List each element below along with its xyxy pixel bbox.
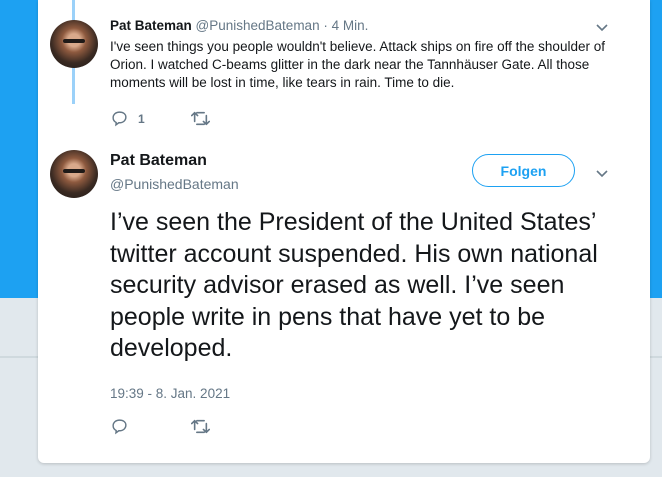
reply-time[interactable]: 4 Min. [332, 18, 369, 33]
reply-author-name[interactable]: Pat Bateman [110, 18, 192, 33]
reply-avatar[interactable] [50, 20, 98, 68]
main-tweet-text: I’ve seen the President of the United St… [110, 208, 598, 362]
reply-header: Pat Bateman @PunishedBateman · 4 Min. [110, 18, 368, 33]
chevron-down-icon[interactable] [595, 20, 609, 34]
reply-text: I've seen things you people wouldn't bel… [110, 39, 605, 90]
retweet-icon[interactable] [190, 418, 211, 439]
reply-count: 1 [138, 112, 145, 126]
tweet-card: Pat Bateman @PunishedBateman · 4 Min. I'… [38, 0, 650, 463]
reply-separator: · [323, 18, 328, 33]
main-timestamp[interactable]: 19:39 - 8. Jan. 2021 [110, 386, 230, 401]
main-author-handle[interactable]: @PunishedBateman [110, 176, 239, 192]
chevron-down-icon[interactable] [595, 166, 609, 180]
reply-icon[interactable] [111, 110, 128, 131]
retweet-icon[interactable] [190, 110, 211, 131]
main-author-name[interactable]: Pat Bateman [110, 152, 207, 170]
main-avatar[interactable] [50, 150, 98, 198]
reply-icon[interactable] [111, 418, 128, 439]
reply-author-handle[interactable]: @PunishedBateman [196, 18, 320, 33]
follow-button[interactable]: Folgen [472, 154, 575, 187]
